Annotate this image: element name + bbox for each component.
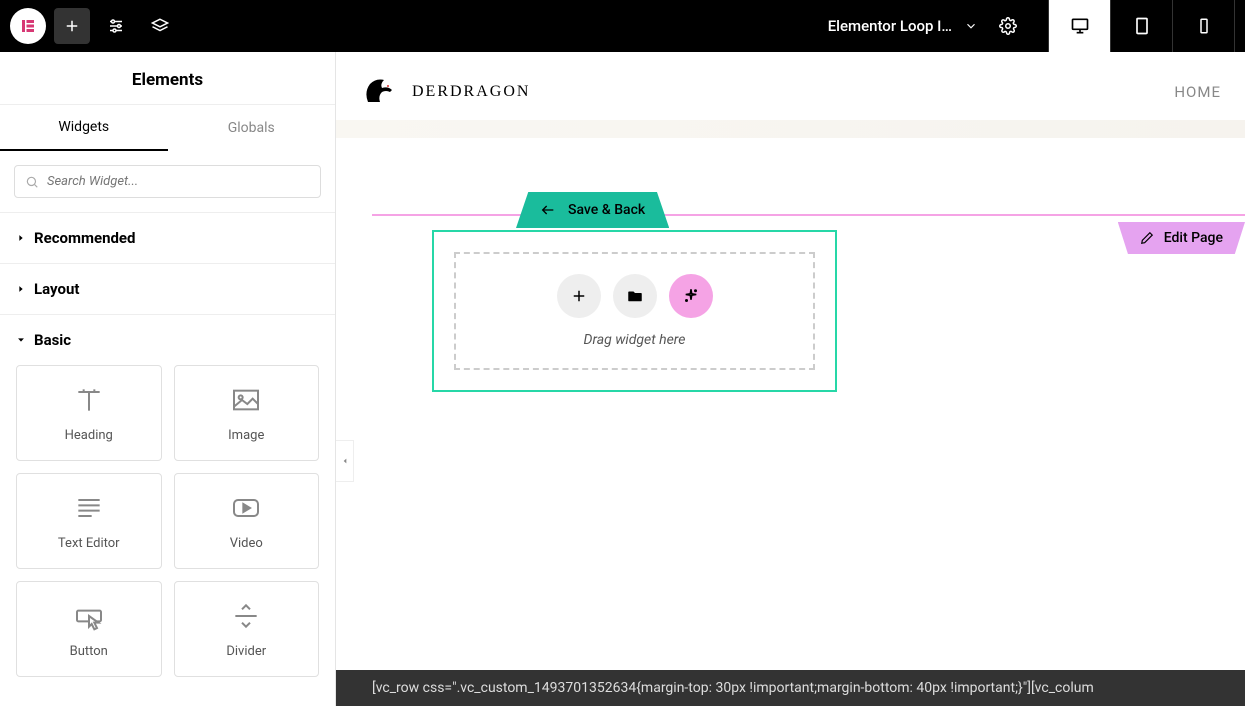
tab-widgets[interactable]: Widgets bbox=[0, 105, 168, 151]
section-layout[interactable]: Layout bbox=[16, 280, 319, 298]
image-icon bbox=[230, 384, 262, 416]
search-input-wrapper[interactable] bbox=[14, 165, 321, 198]
edit-page-button[interactable]: Edit Page bbox=[1118, 222, 1245, 254]
elementor-logo-button[interactable] bbox=[10, 8, 46, 44]
chevron-right-icon bbox=[16, 284, 26, 294]
divider-icon bbox=[230, 600, 262, 632]
folder-icon bbox=[626, 287, 644, 305]
add-widget-button[interactable] bbox=[557, 274, 601, 318]
save-back-button[interactable]: Save & Back bbox=[516, 192, 669, 228]
template-library-button[interactable] bbox=[613, 274, 657, 318]
site-header: DERDRAGON HOME bbox=[336, 52, 1245, 120]
chevron-right-icon bbox=[16, 233, 26, 243]
section-recommended[interactable]: Recommended bbox=[16, 229, 319, 247]
drop-zone[interactable]: Drag widget here bbox=[432, 230, 837, 392]
text-editor-icon bbox=[73, 492, 105, 524]
settings-button[interactable] bbox=[98, 8, 134, 44]
widget-heading[interactable]: Heading bbox=[16, 365, 162, 461]
widget-video[interactable]: Video bbox=[174, 473, 320, 569]
sidebar-title: Elements bbox=[0, 52, 335, 105]
device-desktop-tab[interactable] bbox=[1049, 0, 1111, 52]
widget-text-editor[interactable]: Text Editor bbox=[16, 473, 162, 569]
topbar: Elementor Loop I… bbox=[0, 0, 1245, 52]
widget-button[interactable]: Button bbox=[16, 581, 162, 677]
device-mobile-tab[interactable] bbox=[1173, 0, 1235, 52]
tab-globals[interactable]: Globals bbox=[168, 105, 336, 151]
search-icon bbox=[25, 175, 39, 189]
nav-home[interactable]: HOME bbox=[1174, 83, 1221, 101]
page-settings-button[interactable] bbox=[990, 8, 1026, 44]
device-tabs bbox=[1048, 0, 1235, 52]
chevron-down-icon[interactable] bbox=[964, 19, 978, 33]
widget-divider[interactable]: Divider bbox=[174, 581, 320, 677]
plus-icon bbox=[63, 17, 81, 35]
layers-icon bbox=[151, 17, 169, 35]
chevron-left-icon bbox=[341, 457, 349, 465]
mobile-icon bbox=[1195, 17, 1213, 35]
sliders-icon bbox=[107, 17, 125, 35]
collapse-sidebar-handle[interactable] bbox=[336, 440, 354, 482]
document-title[interactable]: Elementor Loop I… bbox=[828, 17, 952, 35]
heading-icon bbox=[73, 384, 105, 416]
pencil-icon bbox=[1140, 231, 1154, 245]
banner-strip bbox=[336, 120, 1245, 138]
ai-button[interactable] bbox=[669, 274, 713, 318]
tablet-icon bbox=[1132, 16, 1152, 36]
section-basic[interactable]: Basic bbox=[16, 331, 319, 349]
section-divider-line bbox=[372, 214, 1245, 216]
dragon-icon bbox=[360, 72, 408, 112]
chevron-down-icon bbox=[16, 335, 26, 345]
button-icon bbox=[73, 600, 105, 632]
plus-icon bbox=[570, 287, 588, 305]
search-input[interactable] bbox=[47, 174, 310, 189]
canvas: DERDRAGON HOME Save & Back Edit Page bbox=[336, 52, 1245, 706]
video-icon bbox=[230, 492, 262, 524]
device-tablet-tab[interactable] bbox=[1111, 0, 1173, 52]
elementor-logo-icon bbox=[19, 17, 37, 35]
sparkle-icon bbox=[682, 287, 700, 305]
drop-text: Drag widget here bbox=[476, 332, 793, 348]
desktop-icon bbox=[1070, 16, 1090, 36]
add-element-button[interactable] bbox=[54, 8, 90, 44]
brand-logo: DERDRAGON bbox=[360, 72, 530, 112]
arrow-left-icon bbox=[540, 202, 556, 218]
widget-image[interactable]: Image bbox=[174, 365, 320, 461]
gear-icon bbox=[999, 17, 1017, 35]
structure-button[interactable] bbox=[142, 8, 178, 44]
footer-code-strip: [vc_row css=".vc_custom_1493701352634{ma… bbox=[336, 670, 1245, 706]
sidebar: Elements Widgets Globals Recommended Lay… bbox=[0, 52, 336, 706]
